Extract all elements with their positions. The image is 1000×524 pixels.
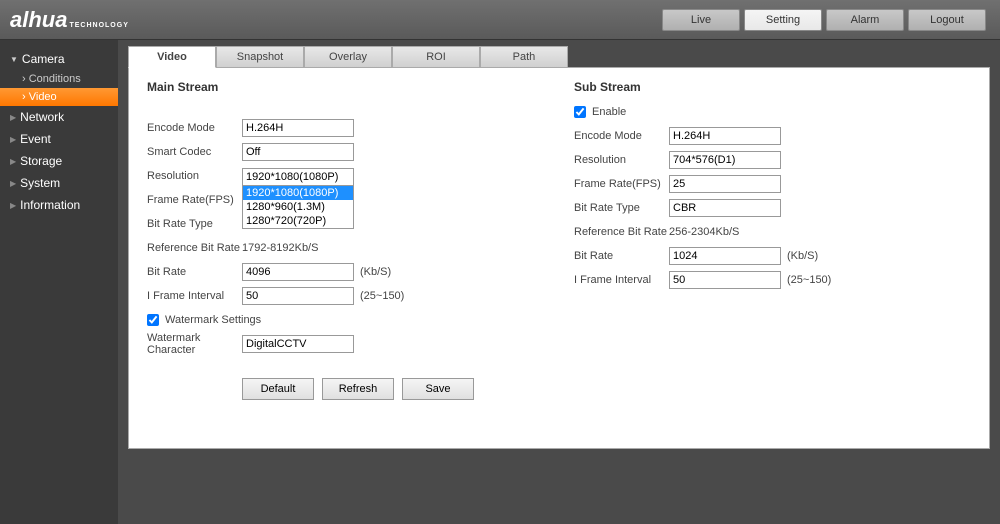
sub-bitrate-label: Bit Rate xyxy=(574,250,669,262)
main-resolution-dropdown: 1920*1080(1080P) 1280*960(1.3M) 1280*720… xyxy=(242,185,354,229)
sidebar-camera[interactable]: ▼Camera xyxy=(0,48,118,70)
sub-enable-label: Enable xyxy=(592,106,626,118)
main-bitrate-select[interactable]: 4096 xyxy=(242,263,354,281)
sub-bitratetype-label: Bit Rate Type xyxy=(574,202,669,214)
settings-panel: Main Stream Encode ModeH.264H Smart Code… xyxy=(128,67,990,449)
sub-fps-label: Frame Rate(FPS) xyxy=(574,178,669,190)
nav-alarm[interactable]: Alarm xyxy=(826,9,904,31)
sub-fps-select[interactable]: 25 xyxy=(669,175,781,193)
sub-resolution-label: Resolution xyxy=(574,154,669,166)
sidebar-system[interactable]: ▶System xyxy=(0,172,118,194)
main-stream-title: Main Stream xyxy=(147,80,544,94)
sidebar-event[interactable]: ▶Event xyxy=(0,128,118,150)
main-fps-label: Frame Rate(FPS) xyxy=(147,194,242,206)
main-refbitrate-label: Reference Bit Rate xyxy=(147,242,242,254)
sub-encode-select[interactable]: H.264H xyxy=(669,127,781,145)
sub-refbitrate-value: 256-2304Kb/S xyxy=(669,226,739,238)
tab-overlay[interactable]: Overlay xyxy=(304,46,392,68)
main-smartcodec-select[interactable]: Off xyxy=(242,143,354,161)
chevron-right-icon: ▶ xyxy=(10,157,16,166)
nav-live[interactable]: Live xyxy=(662,9,740,31)
chevron-right-icon: ▶ xyxy=(10,113,16,122)
watermark-checkbox[interactable] xyxy=(147,314,159,326)
brand-sub: TECHNOLOGY xyxy=(69,22,128,29)
default-button[interactable]: Default xyxy=(242,378,314,400)
sub-iframe-label: I Frame Interval xyxy=(574,274,669,286)
tab-snapshot[interactable]: Snapshot xyxy=(216,46,304,68)
sidebar-storage[interactable]: ▶Storage xyxy=(0,150,118,172)
main-refbitrate-value: 1792-8192Kb/S xyxy=(242,242,318,254)
sub-enable-checkbox[interactable] xyxy=(574,106,586,118)
main-bitrate-label: Bit Rate xyxy=(147,266,242,278)
top-nav: Live Setting Alarm Logout xyxy=(662,9,990,31)
chevron-right-icon: ▶ xyxy=(10,201,16,210)
main-bitratetype-label: Bit Rate Type xyxy=(147,218,242,230)
chevron-right-icon: ▶ xyxy=(10,179,16,188)
main-iframe-label: I Frame Interval xyxy=(147,290,242,302)
top-bar: alhua TECHNOLOGY Live Setting Alarm Logo… xyxy=(0,0,1000,40)
sub-bitrate-select[interactable]: 1024 xyxy=(669,247,781,265)
main-encode-label: Encode Mode xyxy=(147,122,242,134)
main-iframe-hint: (25~150) xyxy=(360,290,404,302)
nav-setting[interactable]: Setting xyxy=(744,9,822,31)
sub-encode-label: Encode Mode xyxy=(574,130,669,142)
main-iframe-input[interactable] xyxy=(242,287,354,305)
content-area: Video Snapshot Overlay ROI Path Main Str… xyxy=(118,40,1000,524)
brand-logo: alhua TECHNOLOGY xyxy=(10,7,129,33)
save-button[interactable]: Save xyxy=(402,378,474,400)
sidebar: ▼Camera Conditions Video ▶Network ▶Event… xyxy=(0,40,118,524)
resolution-option[interactable]: 1920*1080(1080P) xyxy=(243,186,353,200)
sub-iframe-input[interactable] xyxy=(669,271,781,289)
sub-bitratetype-select[interactable]: CBR xyxy=(669,199,781,217)
main-stream-column: Main Stream Encode ModeH.264H Smart Code… xyxy=(147,80,544,400)
resolution-option[interactable]: 1280*960(1.3M) xyxy=(243,200,353,214)
main-smartcodec-label: Smart Codec xyxy=(147,146,242,158)
tab-video[interactable]: Video xyxy=(128,46,216,68)
main-resolution-select[interactable]: 1920*1080(1080P) xyxy=(242,168,354,186)
tab-path[interactable]: Path xyxy=(480,46,568,68)
sub-bitrate-unit: (Kb/S) xyxy=(787,250,818,262)
main-resolution-label: Resolution xyxy=(147,170,242,182)
chevron-right-icon: ▶ xyxy=(10,135,16,144)
tab-bar: Video Snapshot Overlay ROI Path xyxy=(128,46,990,68)
sub-iframe-hint: (25~150) xyxy=(787,274,831,286)
main-encode-select[interactable]: H.264H xyxy=(242,119,354,137)
watermark-char-input[interactable] xyxy=(242,335,354,353)
sidebar-conditions[interactable]: Conditions xyxy=(0,70,118,88)
sidebar-network[interactable]: ▶Network xyxy=(0,106,118,128)
resolution-option[interactable]: 1280*720(720P) xyxy=(243,214,353,228)
sidebar-information[interactable]: ▶Information xyxy=(0,194,118,216)
watermark-label: Watermark Settings xyxy=(165,314,261,326)
sub-resolution-select[interactable]: 704*576(D1) xyxy=(669,151,781,169)
tab-roi[interactable]: ROI xyxy=(392,46,480,68)
chevron-down-icon: ▼ xyxy=(10,55,18,64)
sub-stream-title: Sub Stream xyxy=(574,80,971,94)
main-bitrate-unit: (Kb/S) xyxy=(360,266,391,278)
sub-refbitrate-label: Reference Bit Rate xyxy=(574,226,669,238)
sub-stream-column: Sub Stream Enable Encode ModeH.264H Reso… xyxy=(574,80,971,400)
watermark-char-label: Watermark Character xyxy=(147,332,242,356)
nav-logout[interactable]: Logout xyxy=(908,9,986,31)
sidebar-video[interactable]: Video xyxy=(0,88,118,106)
brand-name: alhua xyxy=(10,7,67,33)
refresh-button[interactable]: Refresh xyxy=(322,378,394,400)
